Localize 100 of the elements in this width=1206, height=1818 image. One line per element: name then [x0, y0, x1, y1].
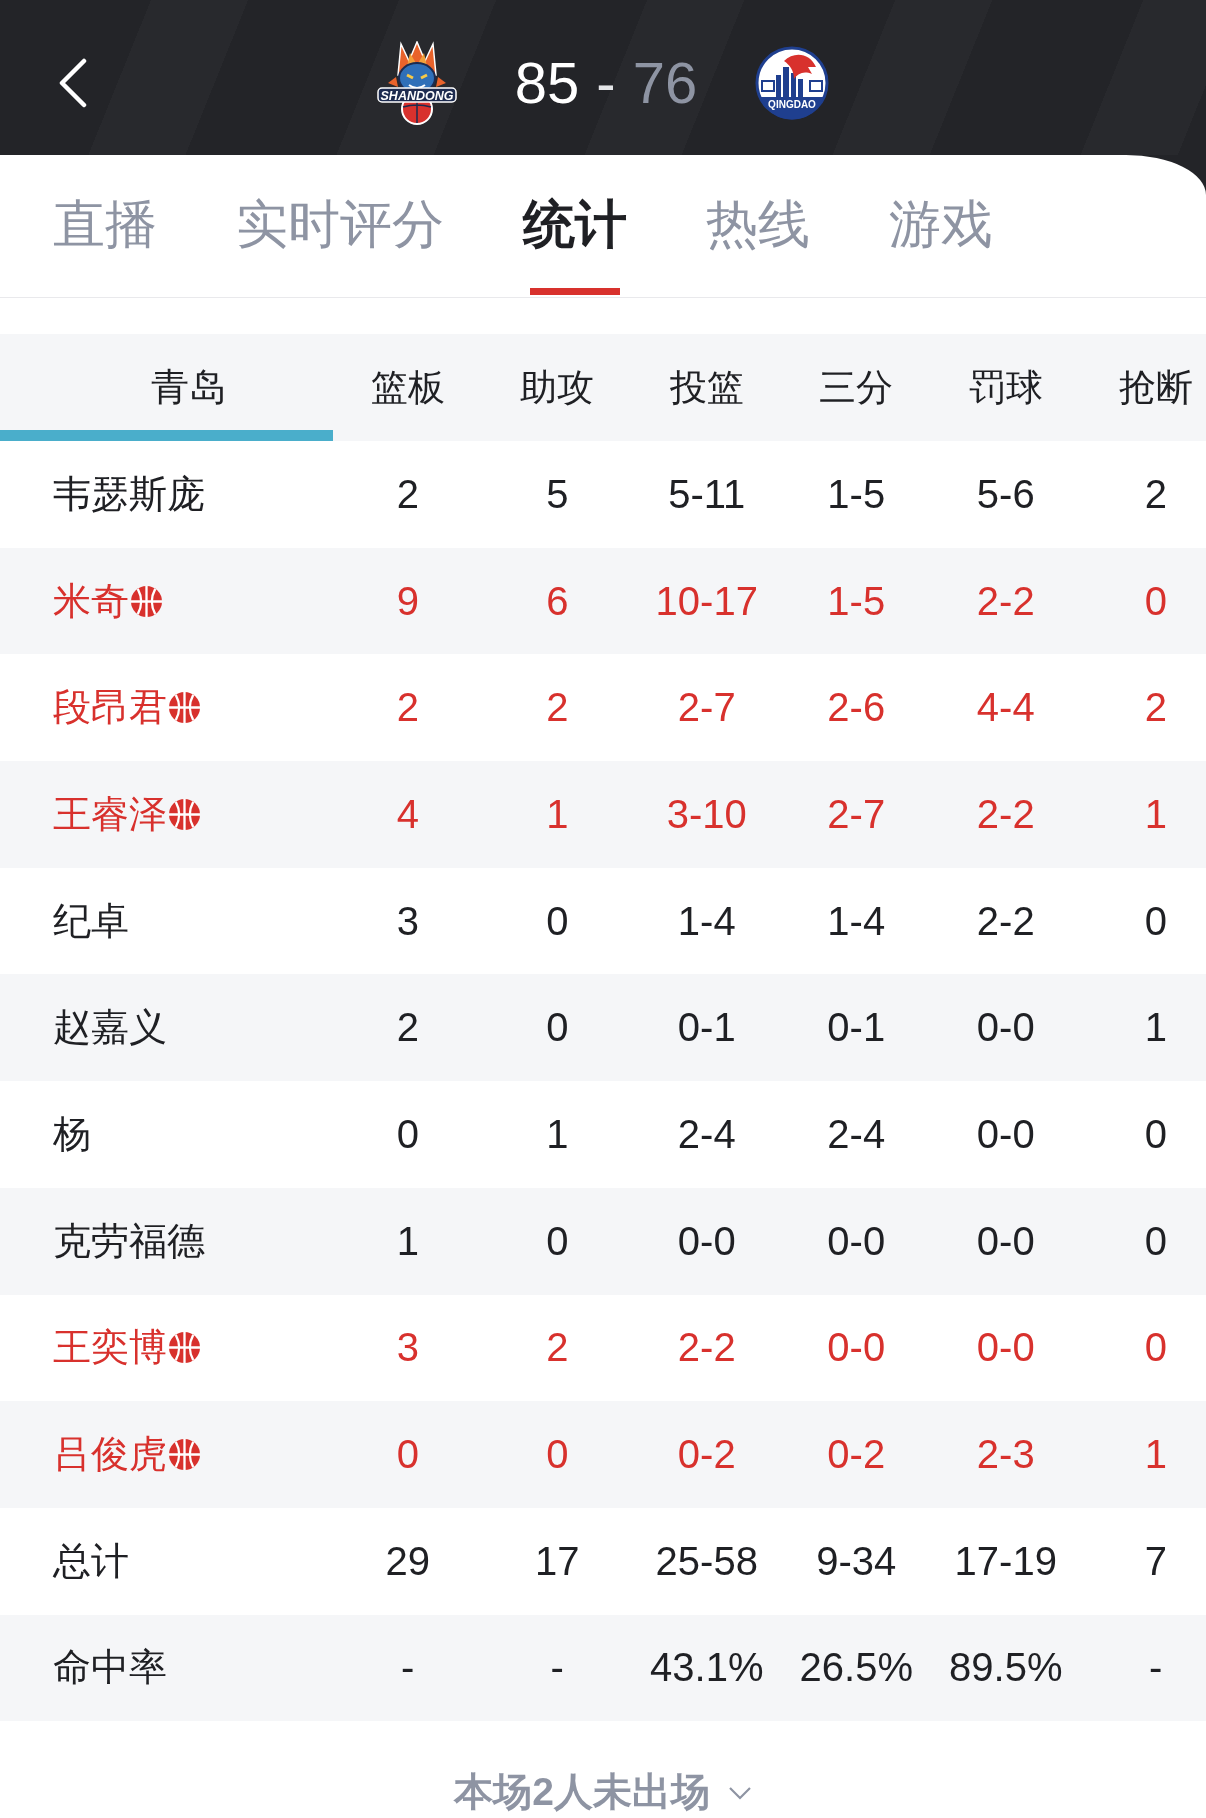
- tab[interactable]: 热线: [706, 155, 810, 295]
- table-cell: 3: [396, 898, 419, 944]
- table-cell: 0: [1144, 1325, 1167, 1371]
- table-cell: 2-2: [677, 1325, 736, 1371]
- table-cell: 2-2: [976, 578, 1035, 624]
- table-cell: 0: [1144, 1218, 1167, 1264]
- table-cell: 5-6: [976, 471, 1035, 517]
- player-name: 段昂君: [53, 685, 167, 731]
- table-cell: 2-6: [827, 685, 886, 731]
- column-header: 助攻: [520, 365, 595, 410]
- logo-text: QINGDAO: [768, 98, 817, 110]
- player-name: 纪卓: [53, 898, 129, 944]
- table-cell: 89.5%: [949, 1645, 1063, 1691]
- tab[interactable]: 游戏: [889, 155, 993, 295]
- table-cell: 2: [396, 685, 419, 731]
- table-cell: 9: [396, 578, 419, 624]
- table-cell: 1: [546, 791, 569, 837]
- column-header: 篮板: [370, 365, 445, 410]
- table-cell: 7: [1144, 1538, 1167, 1584]
- tab[interactable]: 直播: [53, 155, 157, 295]
- table-cell: 1: [396, 1218, 419, 1264]
- table-cell: 0: [546, 1432, 569, 1478]
- basketball-icon: [169, 692, 200, 724]
- player-name: 杨: [53, 1111, 91, 1157]
- basketball-icon: [169, 1439, 200, 1471]
- table-cell: 1-5: [827, 578, 886, 624]
- table-cell: 2: [1144, 471, 1167, 517]
- team-score: 76: [632, 53, 698, 112]
- table-cell: 5-11: [668, 471, 746, 517]
- team-tab[interactable]: 青岛: [0, 334, 333, 441]
- table-cell: 0-0: [976, 1005, 1035, 1051]
- table-cell: 26.5%: [799, 1645, 913, 1691]
- back-icon[interactable]: [58, 57, 88, 108]
- table-cell: 1: [1144, 1005, 1167, 1051]
- player-name: 克劳福德: [53, 1218, 205, 1264]
- table-cell: 2: [546, 1325, 569, 1371]
- table-cell: 0-0: [976, 1218, 1035, 1264]
- table-cell: 2: [396, 1005, 419, 1051]
- column-header: 抢断: [1118, 365, 1193, 410]
- table-cell: 0: [396, 1111, 419, 1157]
- player-name: 赵嘉义: [53, 1005, 167, 1051]
- table-cell: 0-0: [976, 1111, 1035, 1157]
- table-cell: 0-2: [677, 1432, 736, 1478]
- tab[interactable]: 实时评分: [236, 155, 444, 295]
- table-cell: 1: [546, 1111, 569, 1157]
- table-cell: 0-0: [677, 1218, 736, 1264]
- table-cell: 0-1: [827, 1005, 886, 1051]
- table-cell: 17: [535, 1538, 580, 1584]
- basketball-icon: [169, 1332, 200, 1364]
- table-cell: 2: [396, 471, 419, 517]
- table-cell: 0: [546, 898, 569, 944]
- column-header: 投篮: [669, 365, 744, 410]
- table-cell: 0: [1144, 1111, 1167, 1157]
- table-cell: 3: [396, 1325, 419, 1371]
- table-cell: 10-17: [655, 578, 758, 624]
- player-name: 米奇: [53, 578, 129, 624]
- table-cell: 17-19: [954, 1538, 1057, 1584]
- tab[interactable]: 统计: [523, 155, 627, 295]
- player-name: 王奕博: [53, 1325, 167, 1371]
- table-cell: 1: [1144, 791, 1167, 837]
- player-name: 吕俊虎: [53, 1432, 167, 1478]
- table-cell: 6: [546, 578, 569, 624]
- table-cell: 9-34: [816, 1538, 897, 1584]
- table-cell: 1-5: [827, 471, 886, 517]
- player-name: 韦瑟斯庞: [53, 471, 205, 517]
- table-cell: -: [401, 1645, 415, 1691]
- table-cell: -: [550, 1645, 564, 1691]
- team-score: 85: [514, 53, 580, 112]
- table-cell: 0: [1144, 898, 1167, 944]
- player-name: 王睿泽: [53, 791, 167, 837]
- table-cell: 0: [546, 1005, 569, 1051]
- table-cell: 0: [546, 1218, 569, 1264]
- basketball-icon: [169, 798, 200, 830]
- table-cell: 2: [1144, 685, 1167, 731]
- table-cell: 0-1: [677, 1005, 736, 1051]
- basketball-icon: [131, 585, 162, 617]
- table-cell: 5: [546, 471, 569, 517]
- table-cell: 0-0: [827, 1218, 886, 1264]
- expand-button[interactable]: 本场2人未出场: [454, 1771, 752, 1815]
- column-header: 三分: [819, 365, 894, 410]
- table-cell: 1-4: [827, 898, 886, 944]
- table-cell: 0: [396, 1432, 419, 1478]
- table-cell: 2-7: [827, 791, 886, 837]
- table-cell: 2-4: [827, 1111, 886, 1157]
- table-cell: -: [1149, 1645, 1163, 1691]
- row-label: 总计: [53, 1538, 129, 1584]
- table-cell: 0-0: [976, 1325, 1035, 1371]
- table-cell: 3-10: [666, 791, 747, 837]
- table-cell: 25-58: [655, 1538, 758, 1584]
- chevron-down-icon: [727, 1785, 752, 1800]
- table-cell: 2: [546, 685, 569, 731]
- column-header: 罚球: [968, 365, 1043, 410]
- table-cell: 4-4: [976, 685, 1035, 731]
- score-separator: -: [596, 53, 616, 112]
- table-cell: 0-0: [827, 1325, 886, 1371]
- table-cell: 4: [396, 791, 419, 837]
- table-cell: 2-2: [976, 791, 1035, 837]
- table-cell: 1: [1144, 1432, 1167, 1478]
- logo-text: SHANDONG: [380, 88, 454, 102]
- table-cell: 29: [385, 1538, 430, 1584]
